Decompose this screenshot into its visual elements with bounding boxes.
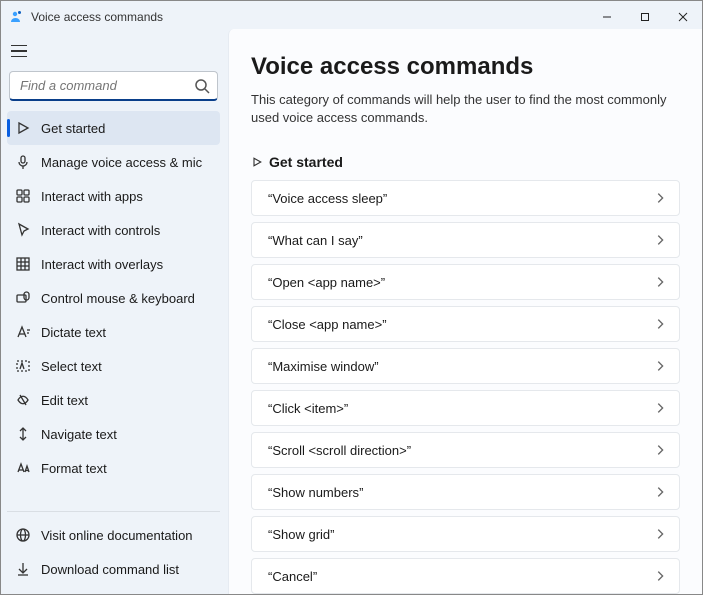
maximize-button[interactable] xyxy=(626,3,664,31)
sidebar-item-label: Download command list xyxy=(41,562,179,577)
command-text: Show numbers xyxy=(268,485,363,500)
search-input[interactable] xyxy=(9,71,218,101)
select-text-icon xyxy=(15,358,31,374)
chevron-right-icon xyxy=(653,317,667,331)
navigate-text-icon xyxy=(15,426,31,442)
main-content: Voice access commands This category of c… xyxy=(228,29,702,594)
command-text: Scroll <scroll direction> xyxy=(268,443,411,458)
sidebar-item-label: Edit text xyxy=(41,393,88,408)
command-item[interactable]: Open <app name> xyxy=(251,264,680,300)
sidebar-item-navigate-text[interactable]: Navigate text xyxy=(7,417,220,451)
sidebar-item-label: Select text xyxy=(41,359,102,374)
microphone-icon xyxy=(15,154,31,170)
command-item[interactable]: Cancel xyxy=(251,558,680,594)
play-outline-icon xyxy=(251,156,263,168)
search-wrap xyxy=(9,71,218,101)
minimize-button[interactable] xyxy=(588,3,626,31)
app-window: { "titlebar": { "title": "Voice access c… xyxy=(0,0,703,595)
chevron-right-icon xyxy=(653,233,667,247)
play-outline-icon xyxy=(15,120,31,136)
hamburger-button[interactable] xyxy=(11,39,35,63)
command-item[interactable]: Click <item> xyxy=(251,390,680,426)
nav-list: Get started Manage voice access & mic In… xyxy=(7,111,220,511)
format-text-icon xyxy=(15,460,31,476)
chevron-right-icon xyxy=(653,485,667,499)
download-icon xyxy=(15,561,31,577)
chevron-right-icon xyxy=(653,191,667,205)
command-text: Cancel xyxy=(268,569,317,584)
sidebar-item-label: Navigate text xyxy=(41,427,117,442)
sidebar-item-label: Get started xyxy=(41,121,105,136)
chevron-right-icon xyxy=(653,569,667,583)
dictate-icon xyxy=(15,324,31,340)
command-text: Show grid xyxy=(268,527,335,542)
command-item[interactable]: Show numbers xyxy=(251,474,680,510)
sidebar-item-get-started[interactable]: Get started xyxy=(7,111,220,145)
sidebar: Get started Manage voice access & mic In… xyxy=(1,29,228,594)
command-text: Open <app name> xyxy=(268,275,385,290)
command-item[interactable]: Scroll <scroll direction> xyxy=(251,432,680,468)
edit-text-icon xyxy=(15,392,31,408)
sidebar-item-interact-overlays[interactable]: Interact with overlays xyxy=(7,247,220,281)
titlebar: Voice access commands xyxy=(1,1,702,29)
page-title: Voice access commands xyxy=(251,53,680,81)
chevron-right-icon xyxy=(653,443,667,457)
body: Get started Manage voice access & mic In… xyxy=(1,29,702,594)
sidebar-item-online-docs[interactable]: Visit online documentation xyxy=(7,518,220,552)
mouse-keyboard-icon xyxy=(15,290,31,306)
sidebar-item-label: Interact with apps xyxy=(41,189,143,204)
section-header: Get started xyxy=(251,154,680,170)
grid-icon xyxy=(15,256,31,272)
command-text: Close <app name> xyxy=(268,317,387,332)
sidebar-item-manage-voice-mic[interactable]: Manage voice access & mic xyxy=(7,145,220,179)
sidebar-item-label: Dictate text xyxy=(41,325,106,340)
apps-grid-icon xyxy=(15,188,31,204)
window-controls xyxy=(588,3,702,31)
titlebar-left: Voice access commands xyxy=(9,9,163,25)
sidebar-item-interact-controls[interactable]: Interact with controls xyxy=(7,213,220,247)
cursor-icon xyxy=(15,222,31,238)
chevron-right-icon xyxy=(653,359,667,373)
sidebar-item-label: Control mouse & keyboard xyxy=(41,291,195,306)
sidebar-item-label: Interact with overlays xyxy=(41,257,163,272)
sidebar-item-interact-apps[interactable]: Interact with apps xyxy=(7,179,220,213)
sidebar-item-label: Manage voice access & mic xyxy=(41,155,202,170)
chevron-right-icon xyxy=(653,527,667,541)
sidebar-item-dictate-text[interactable]: Dictate text xyxy=(7,315,220,349)
sidebar-item-format-text[interactable]: Format text xyxy=(7,451,220,485)
sidebar-item-select-text[interactable]: Select text xyxy=(7,349,220,383)
search-icon xyxy=(194,78,210,94)
command-item[interactable]: Maximise window xyxy=(251,348,680,384)
window-title: Voice access commands xyxy=(31,10,163,24)
chevron-right-icon xyxy=(653,275,667,289)
section-title-text: Get started xyxy=(269,154,343,170)
command-item[interactable]: Show grid xyxy=(251,516,680,552)
page-description: This category of commands will help the … xyxy=(251,91,671,126)
sidebar-footer: Visit online documentation Download comm… xyxy=(7,511,220,594)
globe-icon xyxy=(15,527,31,543)
sidebar-item-mouse-keyboard[interactable]: Control mouse & keyboard xyxy=(7,281,220,315)
command-text: Voice access sleep xyxy=(268,191,387,206)
command-item[interactable]: What can I say xyxy=(251,222,680,258)
sidebar-item-download-list[interactable]: Download command list xyxy=(7,552,220,586)
command-text: Maximise window xyxy=(268,359,379,374)
sidebar-item-label: Format text xyxy=(41,461,107,476)
command-item[interactable]: Close <app name> xyxy=(251,306,680,342)
sidebar-item-label: Visit online documentation xyxy=(41,528,193,543)
chevron-right-icon xyxy=(653,401,667,415)
command-text: What can I say xyxy=(268,233,363,248)
app-icon xyxy=(9,9,25,25)
command-list: Voice access sleep What can I say Open <… xyxy=(251,180,680,594)
sidebar-item-label: Interact with controls xyxy=(41,223,160,238)
command-text: Click <item> xyxy=(268,401,348,416)
sidebar-item-edit-text[interactable]: Edit text xyxy=(7,383,220,417)
command-item[interactable]: Voice access sleep xyxy=(251,180,680,216)
close-button[interactable] xyxy=(664,3,702,31)
